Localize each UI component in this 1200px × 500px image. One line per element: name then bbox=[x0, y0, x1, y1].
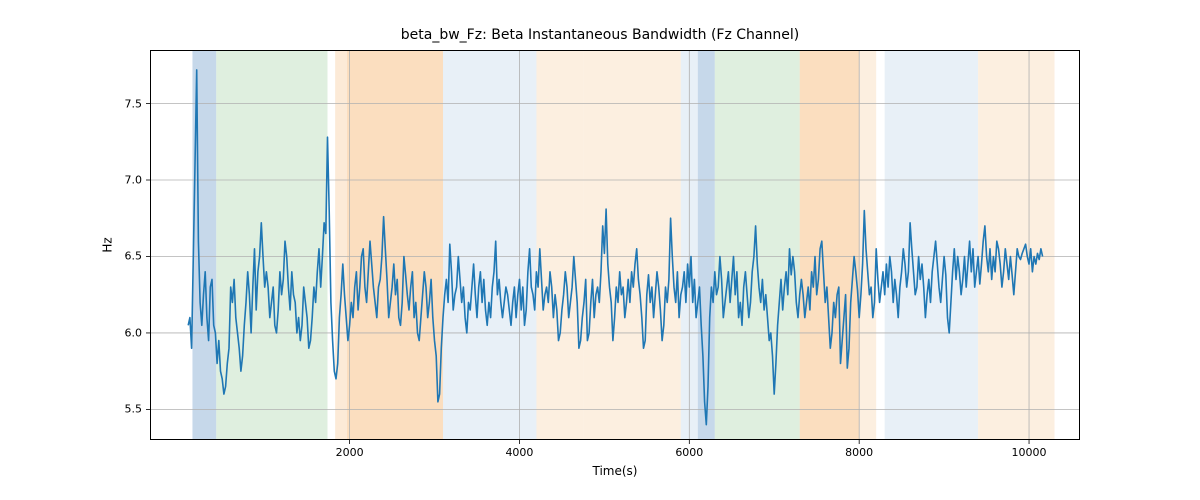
condition-band bbox=[583, 50, 681, 440]
x-tick-label: 8000 bbox=[845, 446, 873, 459]
x-tick-label: 6000 bbox=[675, 446, 703, 459]
y-tick-label: 6.5 bbox=[125, 250, 143, 263]
condition-band bbox=[715, 50, 800, 440]
condition-band bbox=[443, 50, 536, 440]
y-axis-label-text: Hz bbox=[101, 237, 115, 252]
condition-band bbox=[698, 50, 715, 440]
condition-band bbox=[335, 50, 347, 440]
condition-band bbox=[800, 50, 859, 440]
condition-band bbox=[885, 50, 978, 440]
y-tick-label: 7.5 bbox=[125, 97, 143, 110]
condition-band bbox=[216, 50, 327, 440]
condition-band bbox=[347, 50, 443, 440]
condition-band bbox=[536, 50, 583, 440]
chart-figure: beta_bw_Fz: Beta Instantaneous Bandwidth… bbox=[0, 0, 1200, 500]
chart-svg bbox=[150, 50, 1080, 440]
condition-band bbox=[859, 50, 876, 440]
y-tick-label: 5.5 bbox=[125, 403, 143, 416]
x-tick-label: 2000 bbox=[336, 446, 364, 459]
chart-title: beta_bw_Fz: Beta Instantaneous Bandwidth… bbox=[0, 27, 1200, 43]
condition-band bbox=[978, 50, 1054, 440]
x-axis-label: Time(s) bbox=[150, 464, 1080, 478]
x-tick-label: 4000 bbox=[505, 446, 533, 459]
chart-axes bbox=[150, 50, 1080, 440]
y-tick-label: 7.0 bbox=[125, 174, 143, 187]
x-tick-label: 10000 bbox=[1012, 446, 1047, 459]
y-tick-label: 6.0 bbox=[125, 326, 143, 339]
